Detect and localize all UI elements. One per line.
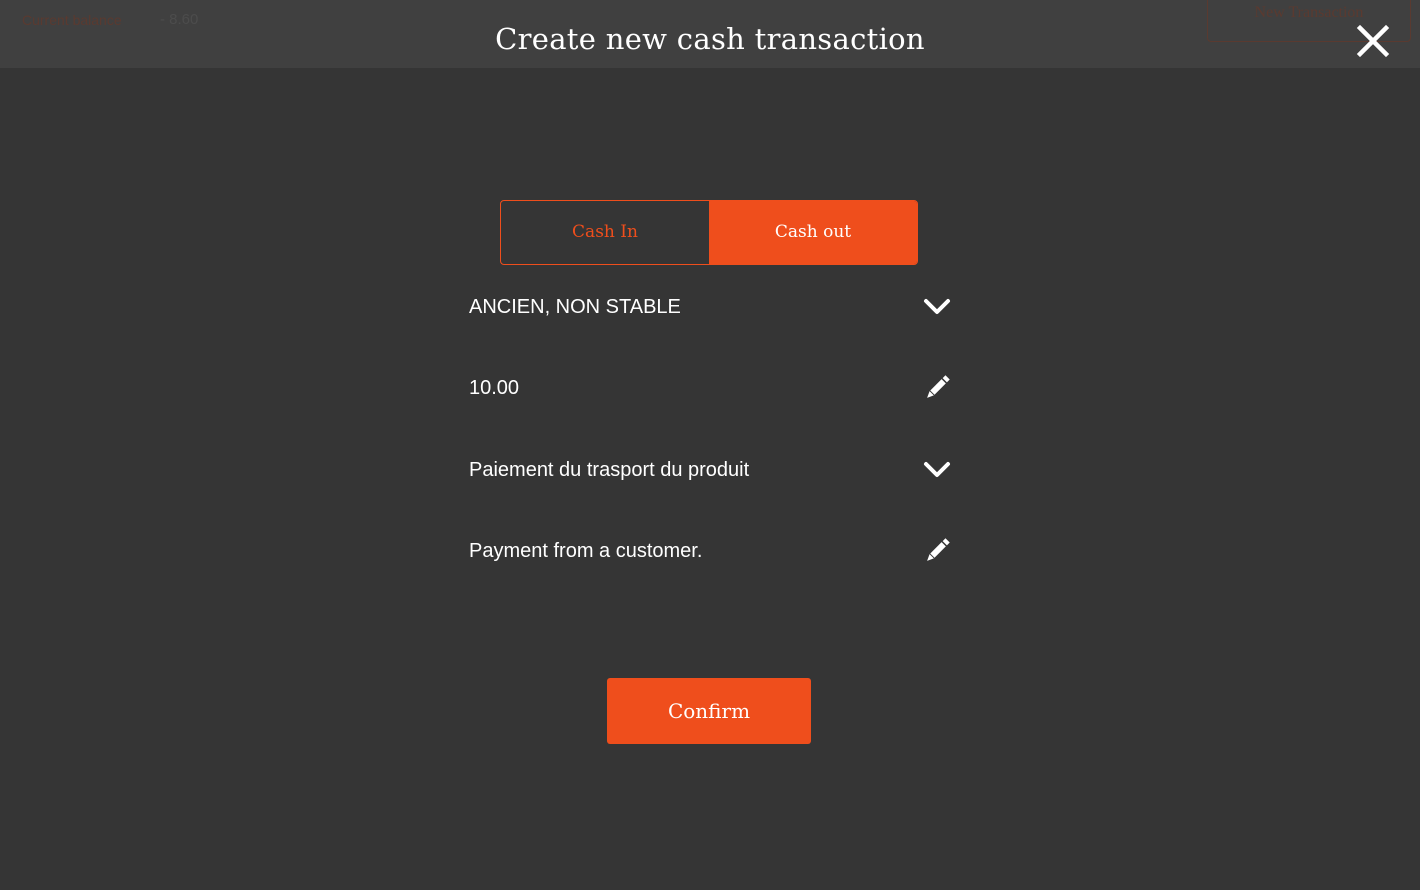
pencil-icon <box>922 374 952 402</box>
product-select[interactable]: ANCIEN, NON STABLE <box>469 287 952 327</box>
pencil-icon <box>922 537 952 565</box>
amount-field[interactable]: 10.00 <box>469 368 952 408</box>
modal-title: Create new cash transaction <box>495 22 925 56</box>
amount-value: 10.00 <box>469 377 520 399</box>
comment-value: Payment from a customer. <box>469 540 703 562</box>
chevron-down-icon <box>922 293 952 321</box>
chevron-down-icon <box>922 456 952 484</box>
cash-in-option[interactable]: Cash In <box>501 201 709 264</box>
transaction-type-toggle: Cash In Cash out <box>500 200 918 265</box>
product-value: ANCIEN, NON STABLE <box>469 296 681 318</box>
reason-select[interactable]: Paiement du trasport du produit <box>469 450 952 490</box>
comment-field[interactable]: Payment from a customer. <box>469 531 952 571</box>
reason-value: Paiement du trasport du produit <box>469 459 750 481</box>
cash-out-option[interactable]: Cash out <box>709 201 917 264</box>
confirm-button[interactable]: Confirm <box>607 678 811 744</box>
close-icon[interactable] <box>1353 21 1393 61</box>
